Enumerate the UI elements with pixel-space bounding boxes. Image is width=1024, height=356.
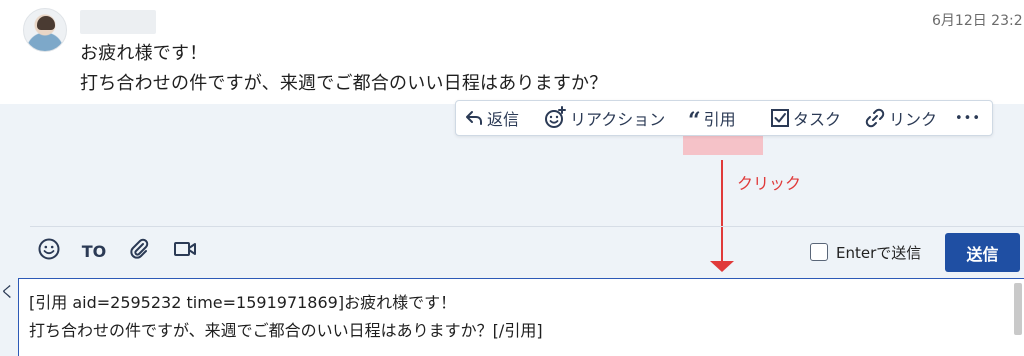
message-input-line-1: [引用 aid=2595232 time=1591971869]お疲れ様です！ bbox=[29, 293, 457, 312]
reaction-icon bbox=[543, 106, 567, 130]
reply-label: 返信 bbox=[487, 110, 520, 129]
link-label: リンク bbox=[889, 110, 938, 129]
enter-to-send-checkbox[interactable] bbox=[810, 243, 828, 261]
annotation-click-label: クリック bbox=[737, 174, 802, 193]
send-button[interactable]: 送信 bbox=[945, 233, 1020, 272]
left-panel-toggle[interactable]: く bbox=[0, 281, 18, 301]
quote-button[interactable]: “ 引用 bbox=[688, 101, 736, 135]
link-button[interactable]: リンク bbox=[864, 101, 937, 135]
to-button[interactable]: TO bbox=[80, 236, 108, 266]
composer-divider bbox=[30, 226, 1024, 227]
annotation-arrow-head bbox=[710, 261, 734, 272]
link-icon bbox=[864, 107, 886, 129]
emoji-icon bbox=[37, 237, 61, 265]
message-timestamp: 6月12日 23:2 bbox=[932, 13, 1023, 29]
message-input[interactable]: [引用 aid=2595232 time=1591971869]お疲れ様です！ … bbox=[18, 278, 1024, 356]
video-icon bbox=[173, 239, 199, 263]
annotation-arrow-line bbox=[721, 160, 723, 262]
reaction-label: リアクション bbox=[570, 110, 666, 129]
message-input-line-2: 打ち合わせの件ですが、来週でご都合のいい日程はありますか？[/引用] bbox=[29, 321, 543, 340]
reply-button[interactable]: 返信 bbox=[464, 101, 519, 135]
message-text-line-1: お疲れ様です！ bbox=[80, 43, 208, 64]
task-label: タスク bbox=[793, 110, 842, 129]
reply-icon bbox=[464, 108, 484, 128]
message-text-line-2: 打ち合わせの件ですが、来週でご都合のいい日程はありますか？ bbox=[80, 73, 608, 94]
input-scrollbar[interactable] bbox=[1014, 283, 1022, 335]
enter-to-send-toggle[interactable]: Enterで送信 bbox=[810, 240, 921, 264]
video-call-button[interactable] bbox=[172, 236, 200, 266]
task-button[interactable]: タスク bbox=[770, 101, 841, 135]
sender-name-redacted bbox=[80, 10, 156, 34]
chat-message: 6月12日 23:2 お疲れ様です！ 打ち合わせの件ですが、来週でご都合のいい日… bbox=[0, 0, 1024, 104]
reaction-button[interactable]: リアクション bbox=[543, 101, 665, 135]
quote-icon: “ bbox=[688, 108, 701, 134]
more-options-button[interactable]: ••• bbox=[955, 101, 981, 135]
attach-file-button[interactable] bbox=[126, 236, 152, 266]
enter-to-send-label: Enterで送信 bbox=[836, 243, 922, 262]
task-icon bbox=[770, 108, 790, 128]
message-action-bar: 返信 リアクション “ 引用 タスク リンク ••• bbox=[455, 100, 993, 136]
attach-icon bbox=[128, 238, 150, 264]
to-label: TO bbox=[81, 241, 107, 261]
avatar[interactable] bbox=[23, 8, 67, 52]
emoji-button[interactable] bbox=[36, 236, 62, 266]
more-icon: ••• bbox=[955, 110, 982, 126]
quote-label: 引用 bbox=[703, 110, 736, 129]
